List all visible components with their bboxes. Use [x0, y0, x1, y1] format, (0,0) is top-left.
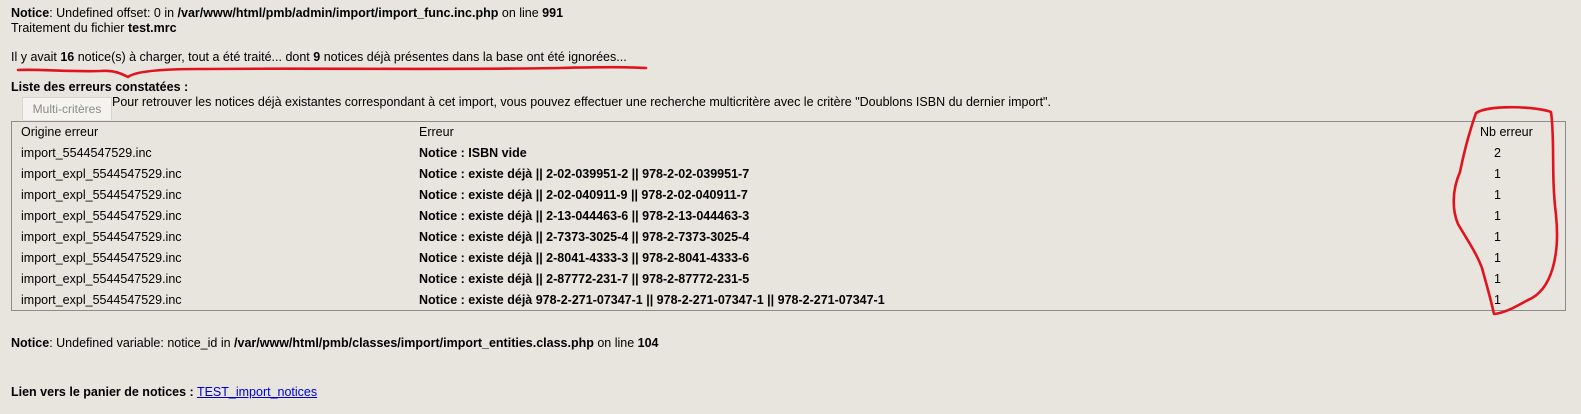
summary-text-3: notices déjà présentes dans la base ont …: [320, 50, 627, 64]
summary-text-2: notice(s) à charger, tout a été traité..…: [74, 50, 314, 64]
import-summary: Il y avait 16 notice(s) à charger, tout …: [11, 50, 627, 64]
cell-count: 1: [1494, 230, 1501, 244]
notice-label: Notice: [11, 6, 50, 20]
cell-origin: import_expl_5544547529.inc: [21, 209, 182, 223]
cell-origin: import_expl_5544547529.inc: [21, 293, 182, 307]
cell-count: 1: [1494, 251, 1501, 265]
table-row: import_expl_5544547529.inc Notice : exis…: [12, 185, 1565, 206]
header-origin: Origine erreur: [21, 125, 99, 139]
notice-text: : Undefined offset: 0 in: [49, 6, 178, 20]
cell-error: Notice : ISBN vide: [419, 146, 527, 160]
summary-count: 16: [60, 50, 75, 64]
cell-error: Notice : existe déjà || 2-87772-231-7 ||…: [419, 272, 750, 286]
cell-error: Notice : existe déjà || 2-8041-4333-3 ||…: [419, 251, 750, 265]
file-prefix: Traitement du fichier: [11, 21, 128, 35]
basket-line: Lien vers le panier de notices : TEST_im…: [11, 385, 317, 399]
notice-line-number: 991: [542, 6, 564, 20]
cell-origin: import_expl_5544547529.inc: [21, 188, 182, 202]
errors-table: Origine erreur Erreur Nb erreur import_5…: [11, 121, 1566, 311]
red-underline-annotation: [16, 65, 648, 79]
table-row: import_expl_5544547529.inc Notice : exis…: [12, 206, 1565, 227]
cell-count: 1: [1494, 188, 1501, 202]
php-notice-variable: Notice: Undefined variable: notice_id in…: [11, 336, 659, 350]
cell-count: 1: [1494, 293, 1501, 307]
cell-error: Notice : existe déjà || 2-7373-3025-4 ||…: [419, 230, 750, 244]
notice-text: : Undefined variable: notice_id in: [49, 336, 235, 350]
cell-error: Notice : existe déjà || 2-13-044463-6 ||…: [419, 209, 750, 223]
notice-path: /var/www/html/pmb/classes/import/import_…: [234, 336, 594, 350]
cell-origin: import_expl_5544547529.inc: [21, 167, 182, 181]
header-count: Nb erreur: [1480, 125, 1533, 139]
cell-count: 1: [1494, 272, 1501, 286]
cell-error: Notice : existe déjà || 2-02-040911-9 ||…: [419, 188, 748, 202]
cell-origin: import_expl_5544547529.inc: [21, 272, 182, 286]
cell-error: Notice : existe déjà || 2-02-039951-2 ||…: [419, 167, 750, 181]
php-notice-offset: Notice: Undefined offset: 0 in /var/www/…: [11, 6, 563, 20]
cell-origin: import_expl_5544547529.inc: [21, 251, 182, 265]
cell-origin: import_expl_5544547529.inc: [21, 230, 182, 244]
summary-text-1: Il y avait: [11, 50, 61, 64]
errors-title: Liste des erreurs constatées :: [11, 80, 189, 94]
file-processing-line: Traitement du fichier test.mrc: [11, 21, 177, 35]
tab-multi-criteres[interactable]: Multi-critères: [22, 97, 112, 120]
table-row: import_expl_5544547529.inc Notice : exis…: [12, 227, 1565, 248]
notice-on-line: on line: [498, 6, 543, 20]
notice-label: Notice: [11, 336, 50, 350]
table-row: import_5544547529.inc Notice : ISBN vide…: [12, 143, 1565, 164]
file-name: test.mrc: [127, 21, 177, 35]
cell-count: 2: [1494, 146, 1501, 160]
cell-count: 1: [1494, 167, 1501, 181]
table-header-row: Origine erreur Erreur Nb erreur: [12, 122, 1565, 143]
basket-label: Lien vers le panier de notices :: [11, 385, 194, 399]
notice-on-line: on line: [593, 336, 638, 350]
basket-link[interactable]: TEST_import_notices: [197, 385, 317, 399]
cell-error: Notice : existe déjà 978-2-271-07347-1 |…: [419, 293, 885, 307]
cell-count: 1: [1494, 209, 1501, 223]
notice-path: /var/www/html/pmb/admin/import/import_fu…: [177, 6, 499, 20]
cell-origin: import_5544547529.inc: [21, 146, 152, 160]
table-row: import_expl_5544547529.inc Notice : exis…: [12, 269, 1565, 290]
table-row: import_expl_5544547529.inc Notice : exis…: [12, 164, 1565, 185]
table-row: import_expl_5544547529.inc Notice : exis…: [12, 290, 1565, 311]
duplicates-info-text: Pour retrouver les notices déjà existant…: [112, 95, 1051, 109]
notice-line-number: 104: [637, 336, 659, 350]
table-row: import_expl_5544547529.inc Notice : exis…: [12, 248, 1565, 269]
header-error: Erreur: [419, 125, 454, 139]
